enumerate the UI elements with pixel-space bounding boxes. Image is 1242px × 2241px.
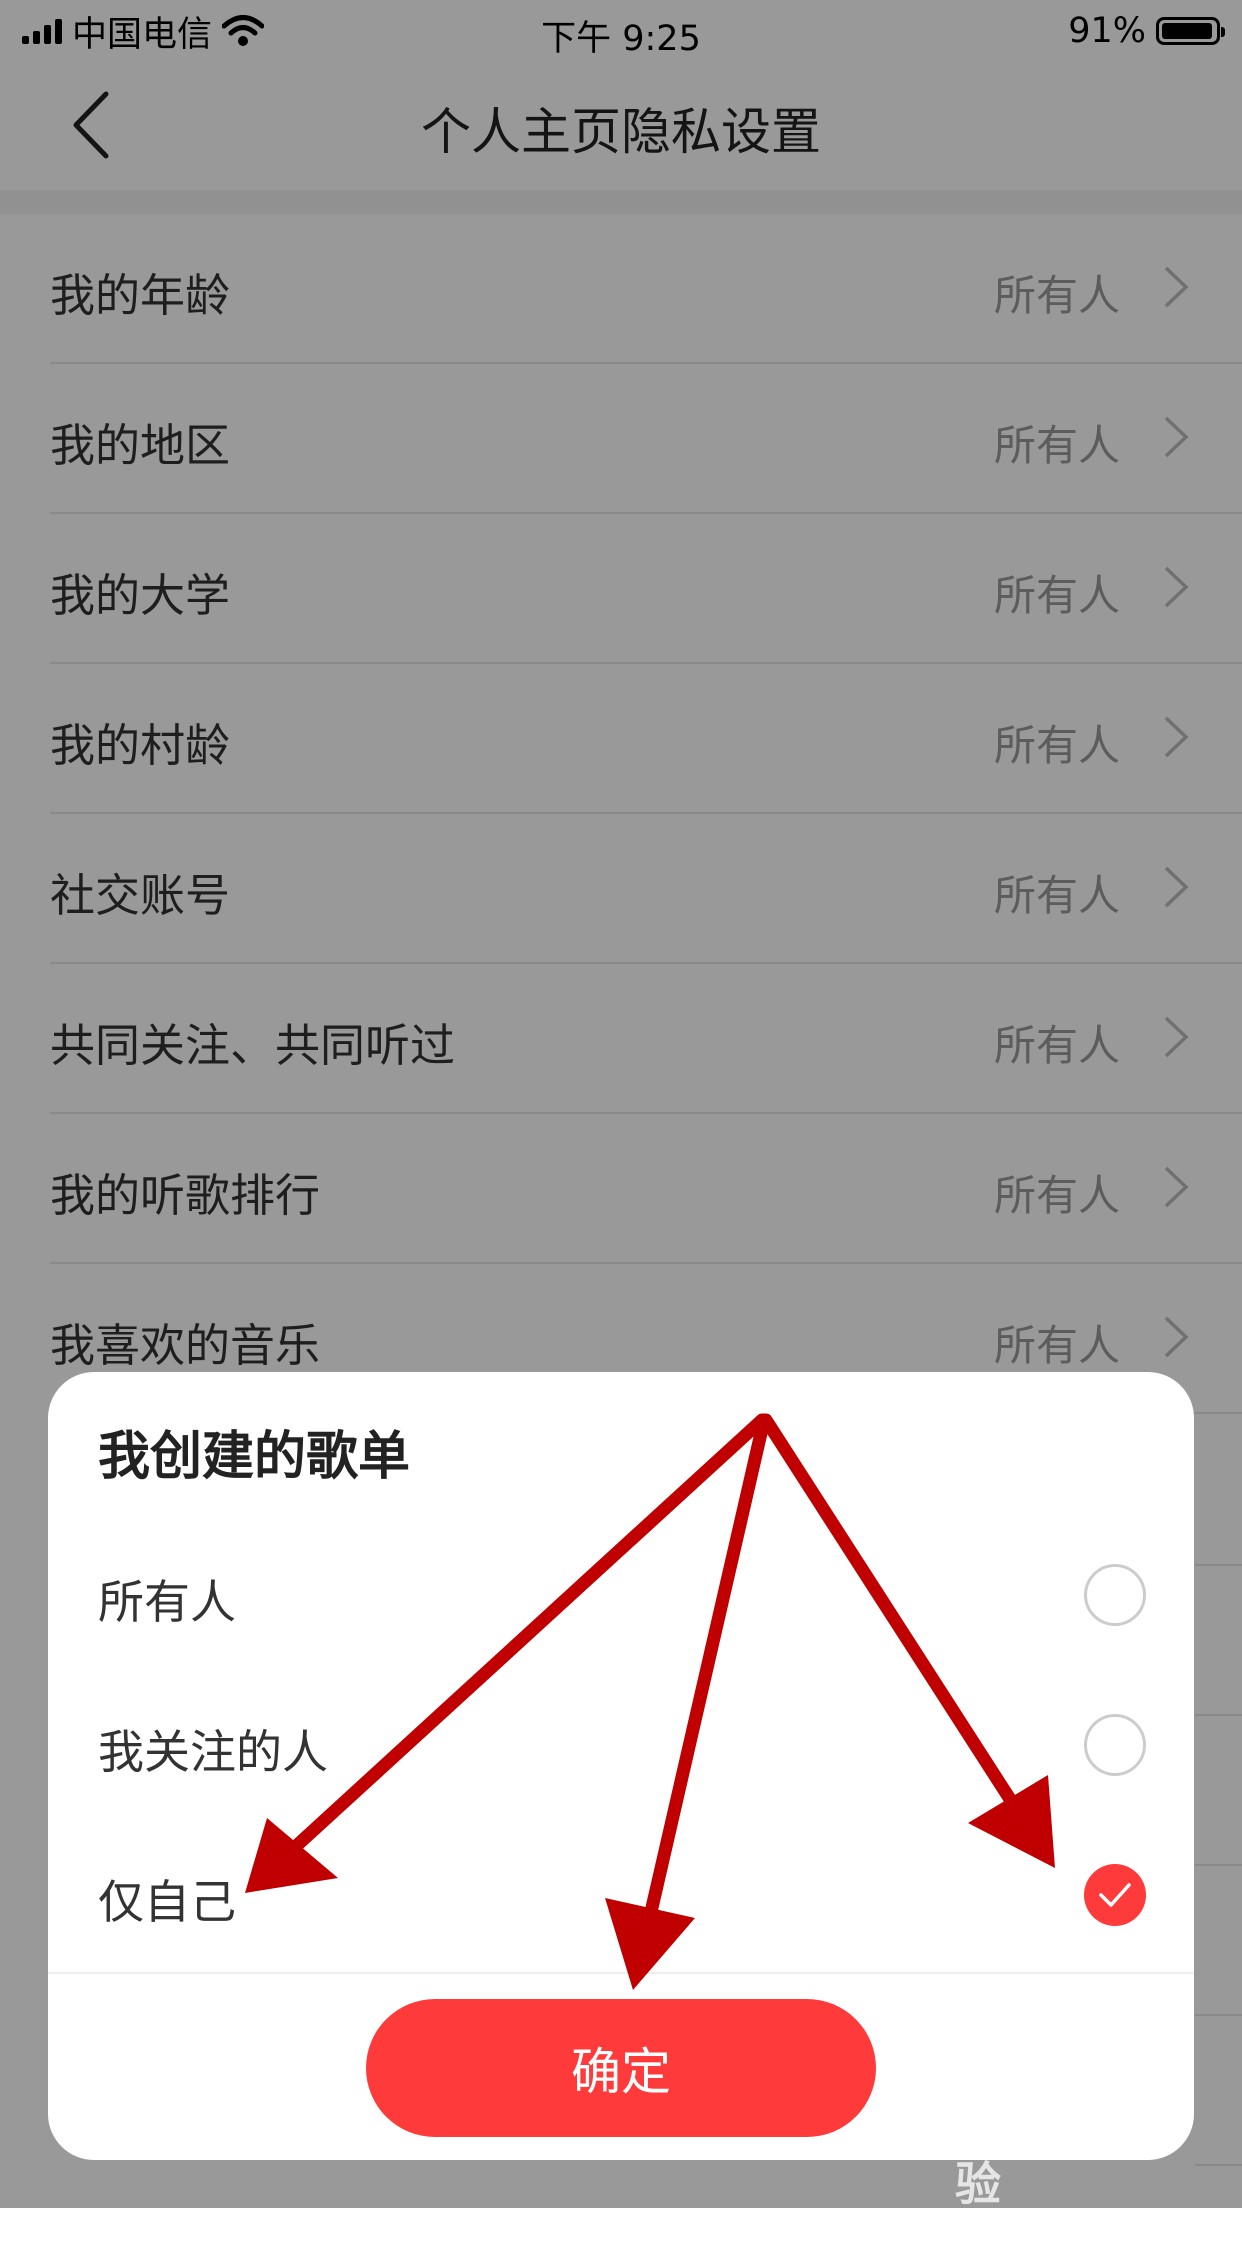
watermark-logo: Baidu经验 — [955, 2091, 1155, 2211]
option-label: 所有人 — [98, 1575, 236, 1629]
option-label: 我关注的人 — [98, 1725, 328, 1779]
option-label: 仅自己 — [98, 1875, 236, 1929]
watermark-url: jingyan.baidu.com — [955, 2216, 1159, 2241]
confirm-button[interactable]: 确定 — [366, 1999, 876, 2137]
radio-unchecked-icon[interactable] — [1084, 1564, 1146, 1626]
option-everyone[interactable]: 所有人 — [48, 1522, 1194, 1672]
radio-unchecked-icon[interactable] — [1084, 1714, 1146, 1776]
checkmark-icon — [1099, 1883, 1131, 1907]
playlist-privacy-sheet: 我创建的歌单 所有人 我关注的人 仅自己 确定 — [48, 1372, 1194, 2160]
option-only-me[interactable]: 仅自己 — [48, 1822, 1194, 1972]
option-following[interactable]: 我关注的人 — [48, 1672, 1194, 1822]
radio-checked-icon[interactable] — [1084, 1864, 1146, 1926]
baidu-jingyan-watermark: Baidu经验 jingyan.baidu.com — [955, 2082, 1195, 2241]
sheet-divider — [48, 1972, 1194, 1974]
sheet-title: 我创建的歌单 — [98, 1427, 411, 1487]
